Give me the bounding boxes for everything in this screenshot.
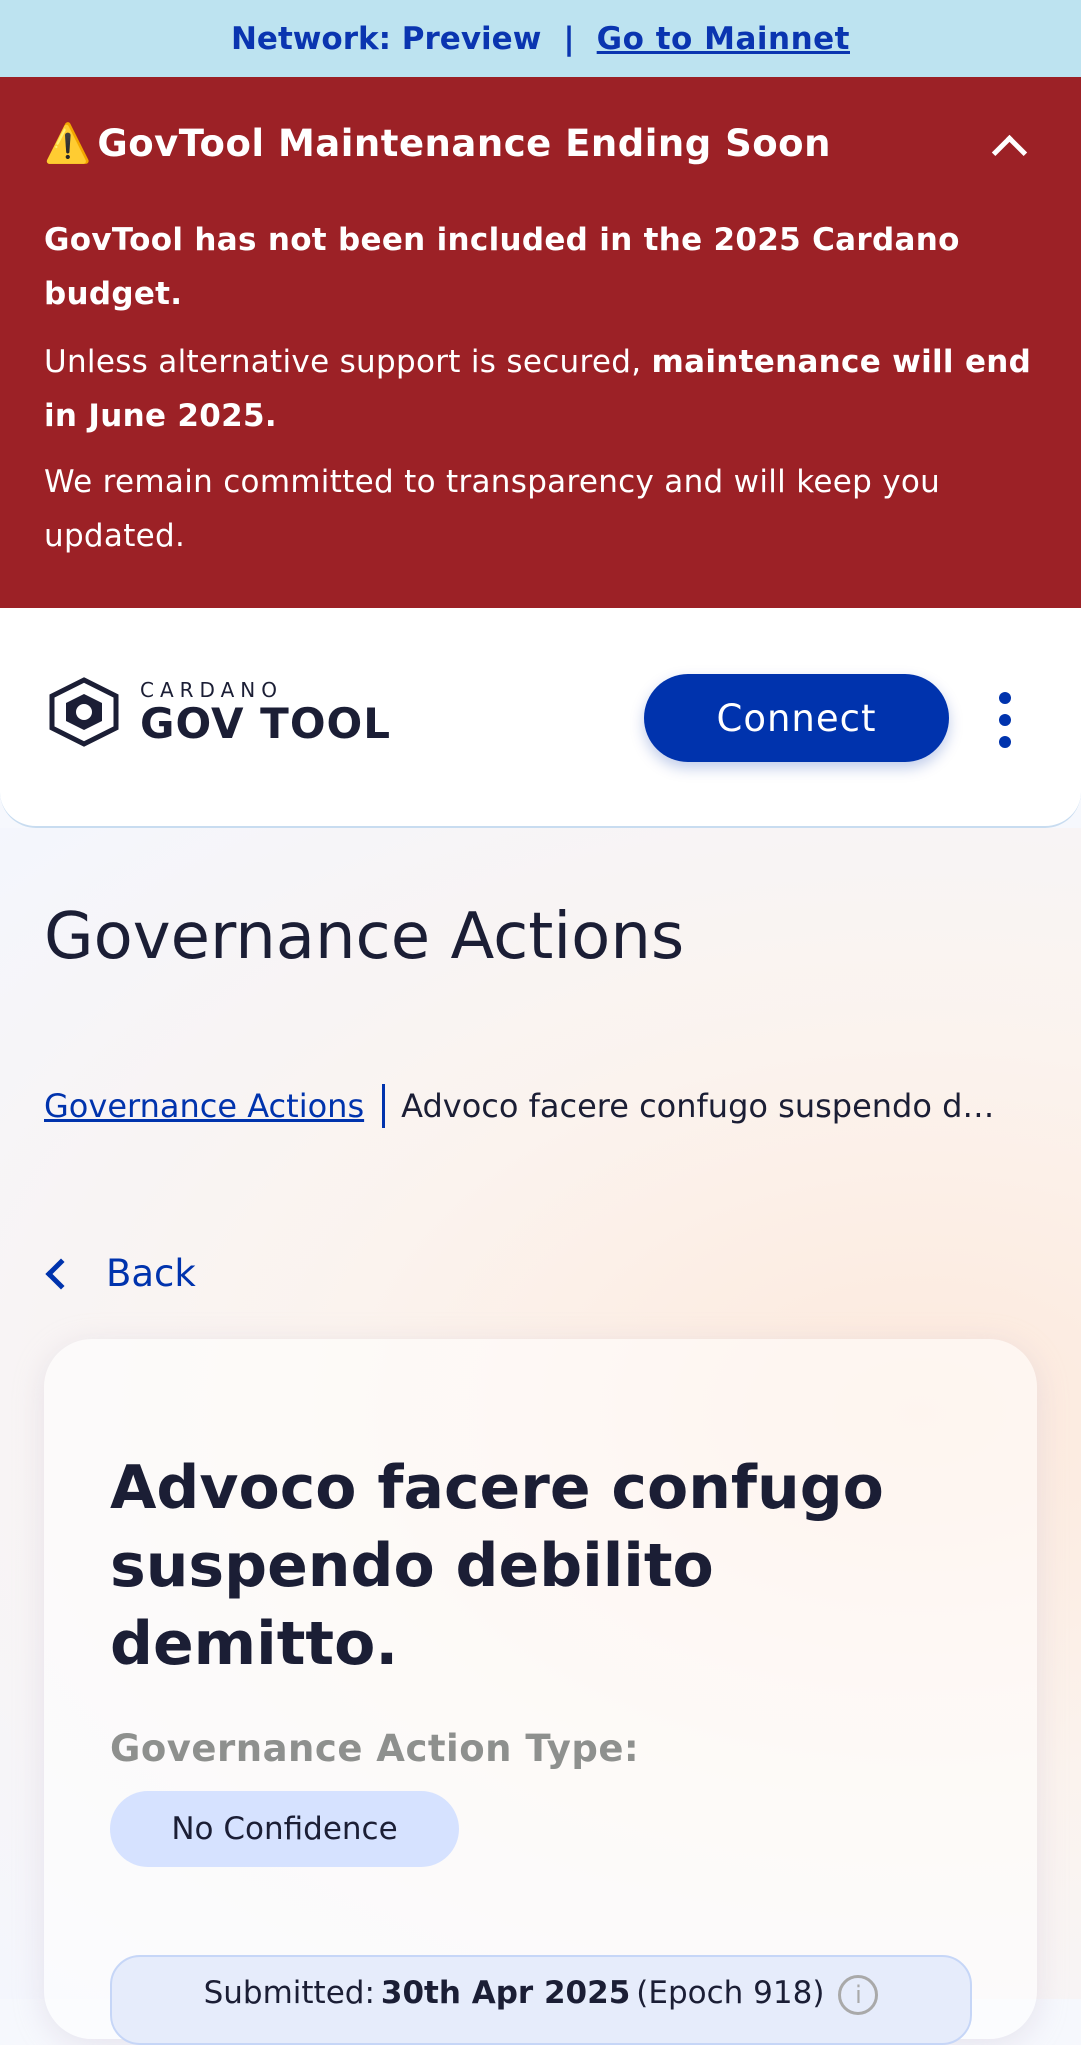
more-menu-icon[interactable] (990, 692, 1020, 748)
submitted-info: Submitted: 30th Apr 2025 (Epoch 918) i (110, 1955, 972, 2045)
governance-action-type-label: Governance Action Type: (110, 1727, 640, 1770)
alert-title: GovTool Maintenance Ending Soon (97, 122, 831, 165)
back-button[interactable]: Back (44, 1252, 196, 1295)
submitted-label: Submitted: (203, 1975, 375, 2011)
breadcrumb-governance-actions-link[interactable]: Governance Actions (44, 1087, 364, 1125)
info-icon[interactable]: i (838, 1975, 879, 2015)
submitted-epoch: (Epoch 918) (636, 1975, 825, 2011)
page-title: Governance Actions (44, 900, 685, 974)
logo-big-text: GOV TOOL (140, 699, 391, 748)
alert-title-row: ⚠️ GovTool Maintenance Ending Soon (44, 121, 1037, 166)
governance-action-card: Advoco facere confugo suspendo debilito … (44, 1339, 1037, 2045)
warning-icon: ⚠️ (44, 121, 92, 165)
network-separator: | (563, 20, 575, 57)
network-bar: Network: Preview | Go to Mainnet (0, 0, 1081, 77)
govtool-logo-icon (49, 677, 119, 747)
app-header: CARDANO GOV TOOL Connect (0, 608, 1081, 828)
chevron-up-icon[interactable] (987, 124, 1027, 164)
alert-budget-text: GovTool has not been included in the 202… (44, 222, 960, 312)
breadcrumb-current: Advoco facere confugo suspendo debilito … (401, 1087, 1002, 1125)
govtool-logo[interactable]: CARDANO GOV TOOL (44, 676, 391, 748)
connect-button[interactable]: Connect (644, 674, 949, 762)
chevron-left-icon (45, 1257, 77, 1290)
breadcrumb: Governance Actions Advoco facere confugo… (44, 1084, 1044, 1128)
alert-transparency-text: We remain committed to transparency and … (44, 464, 941, 554)
submitted-date: 30th Apr 2025 (380, 1975, 631, 2011)
alert-support-text: Unless alternative support is secured, m… (44, 344, 1032, 434)
network-label: Network: Preview (230, 20, 542, 57)
governance-action-type-chip: No Confidence (110, 1791, 459, 1867)
maintenance-alert: ⚠️ GovTool Maintenance Ending Soon GovTo… (0, 77, 1081, 608)
back-label: Back (106, 1252, 196, 1295)
governance-action-title: Advoco facere confugo suspendo debilito … (110, 1453, 884, 1679)
breadcrumb-divider (382, 1084, 386, 1128)
go-to-mainnet-link[interactable]: Go to Mainnet (597, 21, 850, 57)
